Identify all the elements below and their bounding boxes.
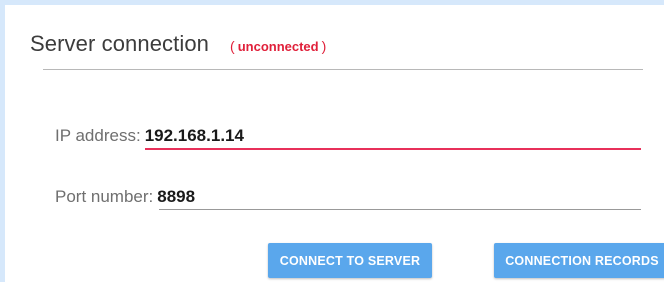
ip-address-input[interactable]: 192.168.1.14	[145, 126, 244, 146]
port-number-input[interactable]: 8898	[157, 187, 195, 207]
connect-to-server-button[interactable]: CONNECT TO SERVER	[268, 243, 432, 278]
port-number-label: Port number:	[55, 187, 154, 206]
connection-status: (unconnected)	[227, 38, 329, 54]
port-number-underline	[159, 209, 641, 210]
status-text: unconnected	[237, 39, 319, 54]
status-open-paren: (	[230, 38, 235, 54]
connection-records-button[interactable]: CONNECTION RECORDS	[494, 243, 664, 278]
ip-address-label: IP address:	[55, 126, 141, 145]
panel-header: Server connection (unconnected)	[30, 31, 329, 57]
header-divider	[43, 69, 643, 70]
port-number-field[interactable]: Port number: 8898	[55, 187, 195, 207]
panel-title: Server connection	[30, 31, 210, 56]
status-close-paren: )	[321, 38, 327, 54]
ip-address-underline	[145, 148, 641, 150]
ip-address-field[interactable]: IP address: 192.168.1.14	[55, 126, 244, 146]
server-connection-panel: Server connection (unconnected) IP addre…	[0, 0, 664, 282]
